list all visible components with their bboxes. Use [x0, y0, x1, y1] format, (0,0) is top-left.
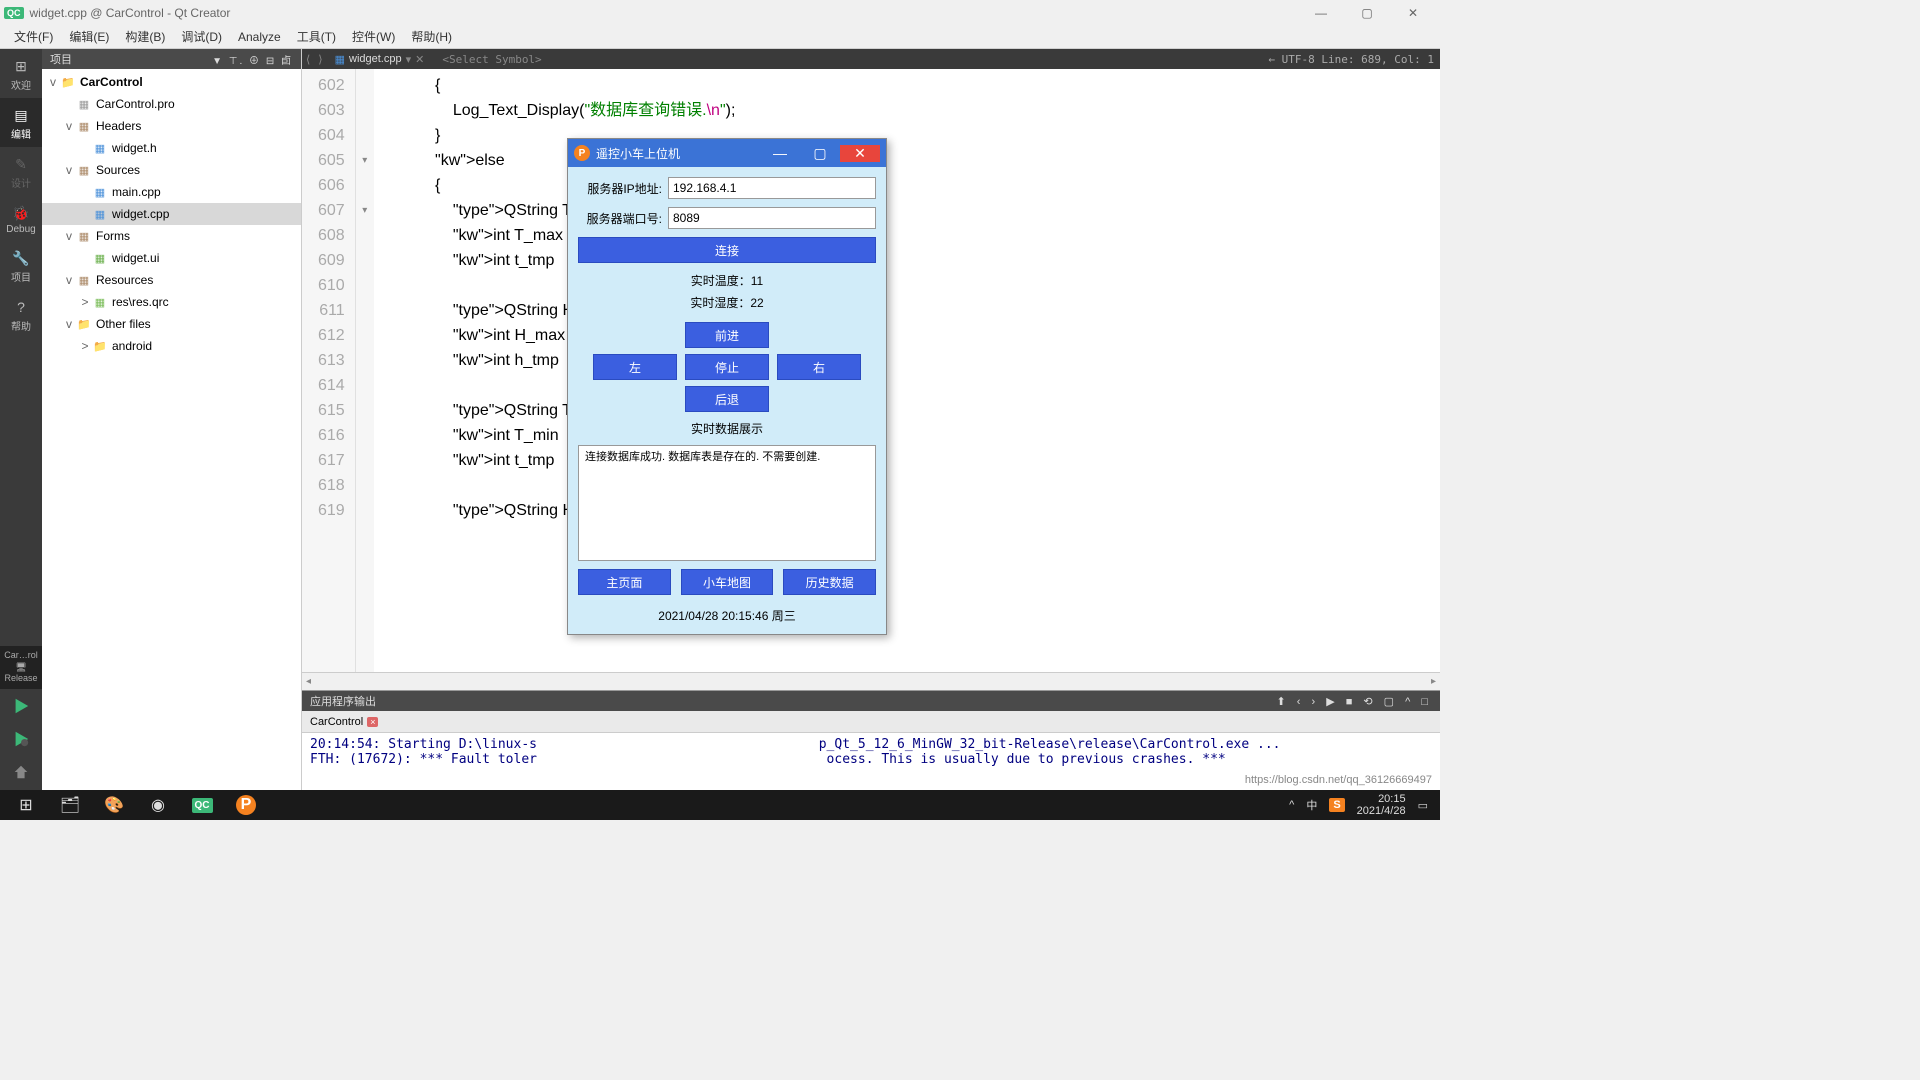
symbol-selector[interactable]: <Select Symbol> [442, 53, 541, 66]
mode-welcome[interactable]: ⊞欢迎 [0, 49, 42, 98]
temp-value: 11 [751, 274, 763, 288]
dialog-titlebar[interactable]: P 遥控小车上位机 ― ▢ ✕ [568, 139, 886, 167]
mode-edit[interactable]: ▤编辑 [0, 98, 42, 147]
realtime-label: 实时数据展示 [578, 420, 876, 437]
tree-item[interactable]: >▦res\res.qrc [42, 291, 301, 313]
map-button[interactable]: 小车地图 [681, 569, 774, 595]
project-pane-title: 项目 [50, 51, 72, 67]
tree-item[interactable]: >📁android [42, 335, 301, 357]
menu-debug[interactable]: 调试(D) [173, 25, 230, 48]
output-title: 应用程序输出 [310, 693, 376, 709]
window-title: widget.cpp @ CarControl - Qt Creator [30, 6, 231, 20]
nav-back-icon[interactable]: ⟨ [302, 53, 314, 66]
nav-fwd-icon[interactable]: ⟩ [314, 53, 326, 66]
dialog-timestamp: 2021/04/28 20:15:46 周三 [578, 603, 876, 624]
menu-analyze[interactable]: Analyze [230, 27, 289, 47]
right-button[interactable]: 右 [777, 354, 861, 380]
project-pane: 项目 ▼ ⊤. ⊕ ⊟ 卣 v📁CarControl▦CarControl.pro… [42, 49, 302, 790]
output-tab-close-icon[interactable]: × [367, 717, 378, 727]
mode-debug[interactable]: 🐞Debug [0, 196, 42, 241]
powerpoint-icon[interactable]: P [224, 790, 268, 820]
output-toolbar[interactable]: ⬆ ‹ › ▶ ■ ⟲ ▢ ^ □ [1276, 695, 1432, 708]
qtcreator-icon[interactable]: QC [180, 790, 224, 820]
sogou-icon[interactable]: S [1329, 798, 1344, 812]
taskbar: ⊞ 🗂 🎨 ◉ QC P ^ 中 S 20:152021/4/28 ▭ [0, 790, 1440, 820]
menu-file[interactable]: 文件(F) [6, 25, 61, 48]
mode-projects[interactable]: 🔧项目 [0, 241, 42, 290]
tree-item[interactable]: v📁Other files [42, 313, 301, 335]
editor-status: ← UTF-8 Line: 689, Col: 1 [1268, 53, 1434, 66]
home-button[interactable]: 主页面 [578, 569, 671, 595]
menu-tools[interactable]: 工具(T) [289, 25, 344, 48]
tree-item[interactable]: ▦CarControl.pro [42, 93, 301, 115]
editor-tab[interactable]: ▦widget.cpp▾✕ [327, 53, 433, 66]
debug-run-button[interactable] [0, 724, 42, 757]
dialog-close-button[interactable]: ✕ [840, 145, 880, 162]
tree-item[interactable]: ▦widget.h [42, 137, 301, 159]
minimize-button[interactable]: ― [1298, 0, 1344, 25]
paint-icon[interactable]: 🎨 [92, 790, 136, 820]
dialog-title: 遥控小车上位机 [596, 145, 680, 162]
connect-button[interactable]: 连接 [578, 237, 876, 263]
tree-item[interactable]: v📁CarControl [42, 71, 301, 93]
chrome-icon[interactable]: ◉ [136, 790, 180, 820]
remote-car-dialog: P 遥控小车上位机 ― ▢ ✕ 服务器IP地址: 服务器端口号: 连接 实时温度… [567, 138, 887, 635]
tree-item[interactable]: v▦Forms [42, 225, 301, 247]
output-tab[interactable]: CarControl [310, 716, 363, 728]
back-button[interactable]: 后退 [685, 386, 769, 412]
explorer-icon[interactable]: 🗂 [48, 790, 92, 820]
stop-button[interactable]: 停止 [685, 354, 769, 380]
temp-label: 实时温度： [691, 274, 751, 288]
app-badge: QC [4, 7, 24, 19]
menu-help[interactable]: 帮助(H) [403, 25, 460, 48]
port-input[interactable] [668, 207, 876, 229]
tree-item[interactable]: ▦main.cpp [42, 181, 301, 203]
menu-build[interactable]: 构建(B) [117, 25, 173, 48]
log-box[interactable]: 连接数据库成功. 数据库表是存在的. 不需要创建. [578, 445, 876, 561]
ip-input[interactable] [668, 177, 876, 199]
editor-hscrollbar[interactable]: ◂▸ [302, 672, 1440, 690]
hum-label: 实时湿度： [690, 296, 750, 310]
forward-button[interactable]: 前进 [685, 322, 769, 348]
editor-tabs: ⟨ ⟩ ▦widget.cpp▾✕ <Select Symbol> ← UTF-… [302, 49, 1440, 69]
mode-sidebar: ⊞欢迎 ▤编辑 ✎设计 🐞Debug 🔧项目 ?帮助 Car…rol🖥Relea… [0, 49, 42, 790]
tree-item[interactable]: ▦widget.ui [42, 247, 301, 269]
close-button[interactable]: ✕ [1390, 0, 1436, 25]
build-button[interactable] [0, 757, 42, 790]
watermark: https://blog.csdn.net/qq_36126669497 [1245, 774, 1432, 786]
mode-help[interactable]: ?帮助 [0, 290, 42, 339]
kit-selector[interactable]: Car…rol🖥Release [0, 646, 42, 689]
dialog-max-button[interactable]: ▢ [800, 145, 840, 162]
start-button[interactable]: ⊞ [4, 790, 48, 820]
ime-indicator[interactable]: 中 [1306, 797, 1317, 813]
ip-label: 服务器IP地址: [578, 180, 662, 197]
history-button[interactable]: 历史数据 [783, 569, 876, 595]
tree-item[interactable]: v▦Resources [42, 269, 301, 291]
hum-value: 22 [750, 296, 763, 310]
tree-item[interactable]: v▦Headers [42, 115, 301, 137]
run-button[interactable] [0, 691, 42, 724]
menu-edit[interactable]: 编辑(E) [61, 25, 117, 48]
notifications-icon[interactable]: ▭ [1418, 799, 1428, 812]
left-button[interactable]: 左 [593, 354, 677, 380]
port-label: 服务器端口号: [578, 210, 662, 227]
maximize-button[interactable]: ▢ [1344, 0, 1390, 25]
tray-chevron-icon[interactable]: ^ [1289, 799, 1294, 811]
tree-item[interactable]: v▦Sources [42, 159, 301, 181]
project-tree[interactable]: v📁CarControl▦CarControl.prov▦Headers▦wid… [42, 69, 301, 790]
dialog-min-button[interactable]: ― [760, 145, 800, 161]
project-pane-tools[interactable]: ▼ ⊤. ⊕ ⊟ 卣 [212, 52, 293, 67]
titlebar: QC widget.cpp @ CarControl - Qt Creator … [0, 0, 1440, 25]
menubar: 文件(F) 编辑(E) 构建(B) 调试(D) Analyze 工具(T) 控件… [0, 25, 1440, 49]
menu-widgets[interactable]: 控件(W) [344, 25, 403, 48]
tree-item[interactable]: ▦widget.cpp [42, 203, 301, 225]
taskbar-clock[interactable]: 20:152021/4/28 [1357, 793, 1406, 817]
mode-design[interactable]: ✎设计 [0, 147, 42, 196]
dialog-icon: P [574, 145, 590, 161]
